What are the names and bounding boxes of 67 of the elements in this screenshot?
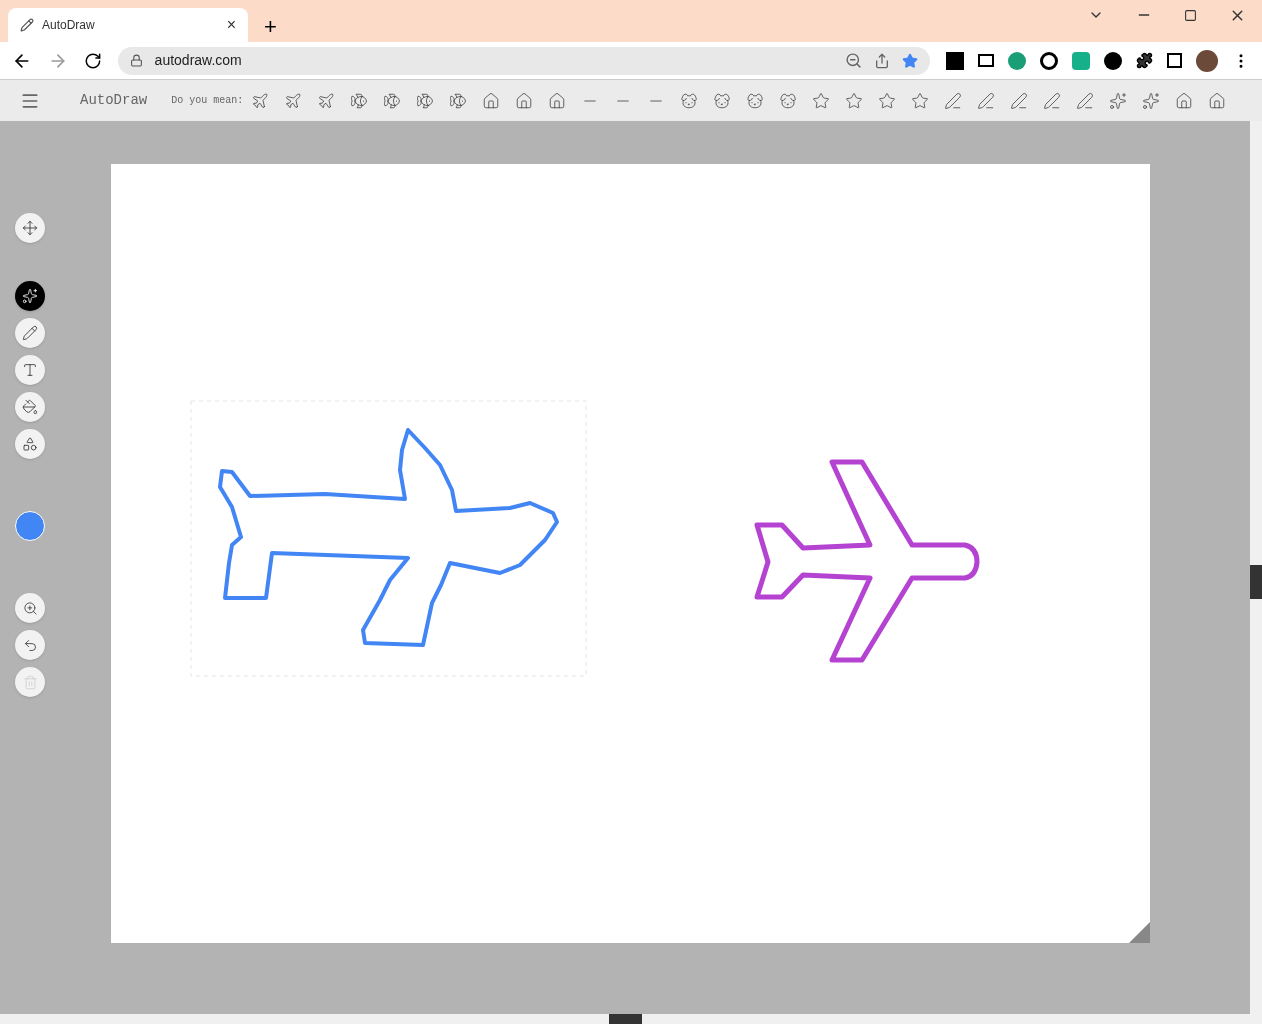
suggestion-icon[interactable] bbox=[845, 91, 864, 110]
bookmark-star-icon[interactable] bbox=[902, 52, 918, 69]
zoom-out-icon[interactable] bbox=[845, 52, 862, 69]
suggestion-icon[interactable] bbox=[1208, 91, 1227, 110]
suggestion-icon[interactable] bbox=[515, 91, 534, 110]
suggestion-icon[interactable] bbox=[350, 91, 369, 110]
address-bar[interactable]: autodraw.com bbox=[117, 46, 930, 75]
suggestion-icon[interactable] bbox=[1142, 91, 1161, 110]
suggestion-icon[interactable] bbox=[680, 91, 699, 110]
suggestion-icon[interactable] bbox=[449, 91, 468, 110]
share-icon[interactable] bbox=[874, 52, 890, 69]
vertical-scrollbar[interactable] bbox=[1250, 121, 1262, 1024]
text-icon bbox=[22, 362, 38, 378]
resize-corner bbox=[1129, 922, 1150, 943]
new-tab-button[interactable]: + bbox=[264, 16, 277, 38]
extensions-icon[interactable] bbox=[1136, 52, 1153, 69]
suggestion-icon[interactable] bbox=[779, 91, 798, 110]
favicon-pencil-icon bbox=[20, 18, 34, 32]
shapes-icon bbox=[22, 436, 38, 452]
url-text: autodraw.com bbox=[154, 51, 243, 70]
suggestion-label: Do you mean: bbox=[171, 94, 244, 108]
suggestion-icon[interactable] bbox=[1010, 91, 1029, 110]
zoom-button[interactable] bbox=[15, 593, 45, 623]
suggestion-icon[interactable] bbox=[812, 91, 831, 110]
lock-icon bbox=[129, 54, 143, 67]
suggestion-icon[interactable] bbox=[317, 91, 336, 110]
scrollbar-thumb[interactable] bbox=[609, 1014, 642, 1024]
suggestion-icon[interactable] bbox=[746, 91, 765, 110]
zoom-in-icon bbox=[22, 600, 38, 616]
suggestion-icon[interactable] bbox=[878, 91, 897, 110]
suggestion-icon[interactable] bbox=[548, 91, 567, 110]
horizontal-scrollbar[interactable] bbox=[0, 1014, 1250, 1024]
suggestion-icon[interactable] bbox=[1109, 91, 1128, 110]
suggestion-icon[interactable] bbox=[944, 91, 963, 110]
pencil-icon bbox=[22, 325, 38, 341]
suggestion-icon[interactable] bbox=[383, 91, 402, 110]
tool-button[interactable] bbox=[15, 429, 45, 459]
extension-icon[interactable] bbox=[978, 54, 994, 67]
suggestion-icon[interactable] bbox=[911, 91, 930, 110]
suggestion-icon[interactable] bbox=[1175, 91, 1194, 110]
extension-icon[interactable] bbox=[1104, 51, 1122, 70]
suggestion-icon[interactable] bbox=[1076, 91, 1095, 110]
suggestion-icon[interactable] bbox=[251, 91, 270, 110]
avatar[interactable] bbox=[1196, 49, 1218, 72]
side-panel-icon[interactable] bbox=[1167, 53, 1182, 68]
extension-icon[interactable] bbox=[946, 51, 964, 70]
tool-button[interactable] bbox=[15, 281, 45, 311]
suggestion-icon[interactable] bbox=[482, 91, 501, 110]
tab-close-button[interactable]: × bbox=[226, 17, 236, 33]
browser-tab[interactable]: AutoDraw × bbox=[8, 8, 248, 42]
suggestion-icon[interactable] bbox=[977, 91, 996, 110]
color-swatch[interactable] bbox=[15, 511, 45, 541]
maximize-icon[interactable] bbox=[1184, 8, 1197, 22]
reload-icon[interactable] bbox=[83, 51, 102, 70]
suggestion-icon[interactable] bbox=[416, 91, 435, 110]
suggestion-icon[interactable] bbox=[284, 91, 303, 110]
paint-bucket-icon bbox=[22, 399, 38, 415]
move-icon bbox=[22, 220, 38, 236]
app-title: AutoDraw bbox=[80, 91, 148, 110]
suggestion-icon[interactable] bbox=[713, 91, 732, 110]
extension-icon[interactable] bbox=[1040, 51, 1058, 70]
suggestion-icon[interactable] bbox=[1043, 91, 1062, 110]
undo-icon bbox=[22, 637, 38, 653]
tab-title: AutoDraw bbox=[42, 17, 96, 34]
scrollbar-thumb[interactable] bbox=[1250, 565, 1262, 599]
trash-icon bbox=[22, 674, 38, 690]
undo-button[interactable] bbox=[15, 630, 45, 660]
